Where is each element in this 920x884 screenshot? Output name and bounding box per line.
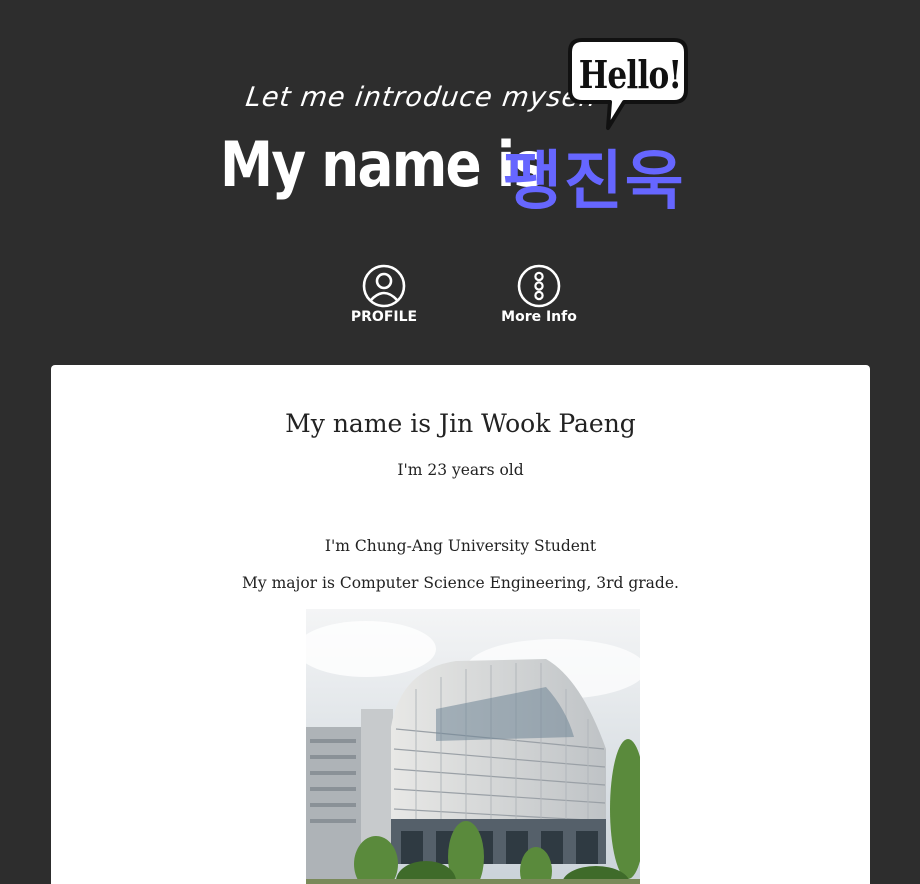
user-circle-icon [362,264,406,308]
name-korean: 팽진욱 [503,145,686,219]
nav-more-info[interactable]: More Info [494,264,584,325]
card-title: My name is Jin Wook Paeng [285,409,636,438]
age-text: I'm 23 years old [397,461,524,479]
university-building-photo [306,609,640,884]
bubble-text: Hello! [578,52,682,97]
building-image [306,609,640,884]
nav-more-info-label[interactable]: More Info [494,309,584,325]
profile-card: My name is Jin Wook Paeng I'm 23 years o… [51,365,870,884]
name-prefix: My name is [220,128,545,201]
page: Let me introduce myself My name is 팽진욱 H… [0,0,920,884]
school-text: I'm Chung-Ang University Student [324,537,597,555]
more-dots-icon [517,264,561,308]
nav-profile[interactable]: PROFILE [339,264,429,325]
hello-speech-bubble: Hello! [568,38,688,134]
hero-banner: Let me introduce myself My name is 팽진욱 H… [0,0,920,240]
major-text: My major is Computer Science Engineering… [242,574,679,592]
nav-profile-label[interactable]: PROFILE [339,309,429,325]
intro-text: Let me introduce myself [243,82,601,113]
name-heading: My name is 팽진욱 [220,128,684,219]
